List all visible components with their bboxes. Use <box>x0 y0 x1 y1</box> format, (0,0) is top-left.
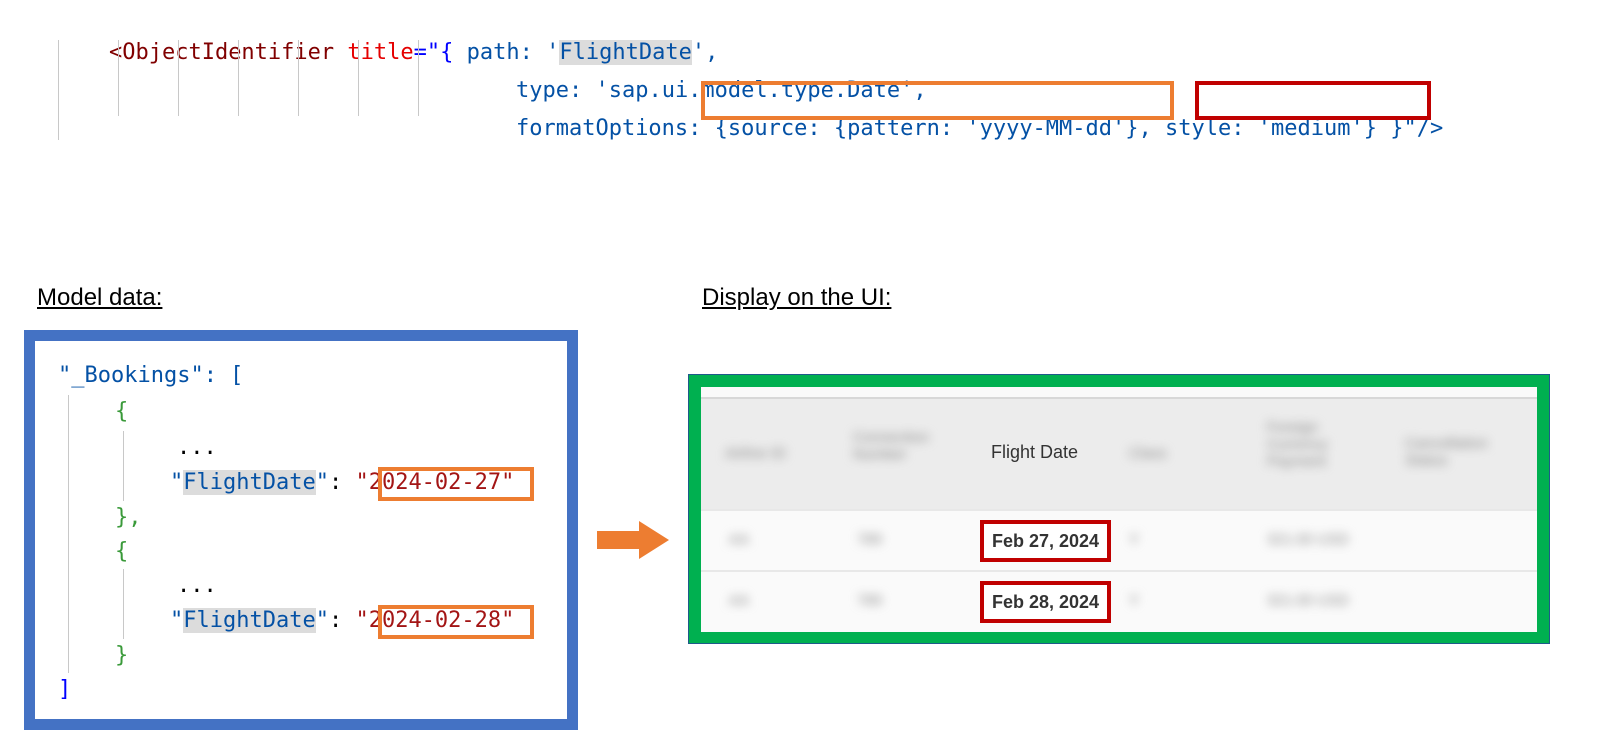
model-data-panel: "_Bookings": [ { ... "FlightDate": "2024… <box>24 330 578 730</box>
value-highlight-box-1 <box>378 467 534 501</box>
source-highlight-box <box>701 81 1174 120</box>
table-header: Airline ID Connection Number Flight Date… <box>701 397 1537 513</box>
ui-display-heading: Display on the UI: <box>702 284 892 311</box>
blurred-column-header: Class <box>1129 445 1167 462</box>
blurred-cell: AA <box>729 531 750 548</box>
code-tag: <ObjectIdentifier <box>108 40 335 65</box>
indent-guide <box>238 40 239 116</box>
blurred-column-header: Foreign Currency Payment <box>1267 419 1328 470</box>
indent-guide <box>298 40 299 116</box>
json-quote: " <box>355 470 369 495</box>
model-data-heading: Model data: <box>37 284 163 311</box>
json-ellipsis-2: ... <box>177 571 217 601</box>
indent-guide <box>358 40 359 116</box>
code-format-key: formatOptions: <box>515 116 702 141</box>
ui-display-panel: Airline ID Connection Number Flight Date… <box>688 374 1550 644</box>
json-key-name: FlightDate <box>183 608 316 633</box>
indent-guide <box>418 40 419 116</box>
json-brace-close-1: }, <box>115 503 142 533</box>
blurred-column-header: Airline ID <box>725 445 786 462</box>
right-arrow-icon <box>597 521 669 559</box>
json-ellipsis-1: ... <box>177 433 217 463</box>
style-highlight-box <box>1195 81 1431 120</box>
json-brace-close-2: } <box>115 641 128 671</box>
flight-date-column-header[interactable]: Flight Date <box>991 442 1078 463</box>
json-key: "FlightDate" <box>170 470 329 495</box>
table: Airline ID Connection Number Flight Date… <box>701 387 1537 632</box>
table-row[interactable]: AA 789 Feb 28, 2024 Y 321.00 USD <box>701 570 1537 632</box>
json-quote: " <box>355 608 369 633</box>
json-brace: } <box>115 643 129 668</box>
blurred-column-header: Cancellation Status <box>1405 435 1488 469</box>
json-brace: { <box>115 399 129 424</box>
blurred-cell: Y <box>1129 592 1140 609</box>
indent-guide <box>58 40 59 140</box>
json-dots: ... <box>177 435 217 460</box>
json-brace: { <box>115 539 129 564</box>
json-dots: ... <box>177 573 217 598</box>
json-end: ] <box>58 675 71 705</box>
json-brace-open-2: { <box>115 537 128 567</box>
flight-date-cell: Feb 27, 2024 <box>980 520 1112 562</box>
json-colon: : <box>328 608 356 633</box>
json-root-key: "_Bookings": [ <box>58 363 244 388</box>
json-brace-open-1: { <box>115 397 128 427</box>
indent-guide <box>68 395 69 673</box>
blurred-cell: 321.00 USD <box>1267 531 1349 548</box>
indent-guide <box>123 431 124 501</box>
blurred-cell: 789 <box>857 531 883 548</box>
blurred-column-header: Connection Number <box>853 429 929 463</box>
blurred-cell: Y <box>1129 531 1140 548</box>
json-root: "_Bookings": [ <box>58 361 243 391</box>
indent-guide <box>123 569 124 639</box>
blurred-cell: 321.00 USD <box>1267 592 1349 609</box>
indent-guide <box>178 40 179 116</box>
json-brace: }, <box>115 505 142 530</box>
json-key-name: FlightDate <box>183 470 316 495</box>
indent-guide <box>118 40 119 116</box>
json-colon: : <box>328 470 356 495</box>
json-bracket: ] <box>58 677 72 702</box>
value-highlight-box-2 <box>378 605 534 639</box>
code-open: ="{ <box>413 40 454 65</box>
json-key: "FlightDate" <box>170 608 329 633</box>
blurred-cell: AA <box>729 592 750 609</box>
blurred-cell: 789 <box>857 592 883 609</box>
table-row[interactable]: AA 789 Feb 27, 2024 Y 321.00 USD <box>701 509 1537 571</box>
flight-date-cell: Feb 28, 2024 <box>980 581 1112 623</box>
